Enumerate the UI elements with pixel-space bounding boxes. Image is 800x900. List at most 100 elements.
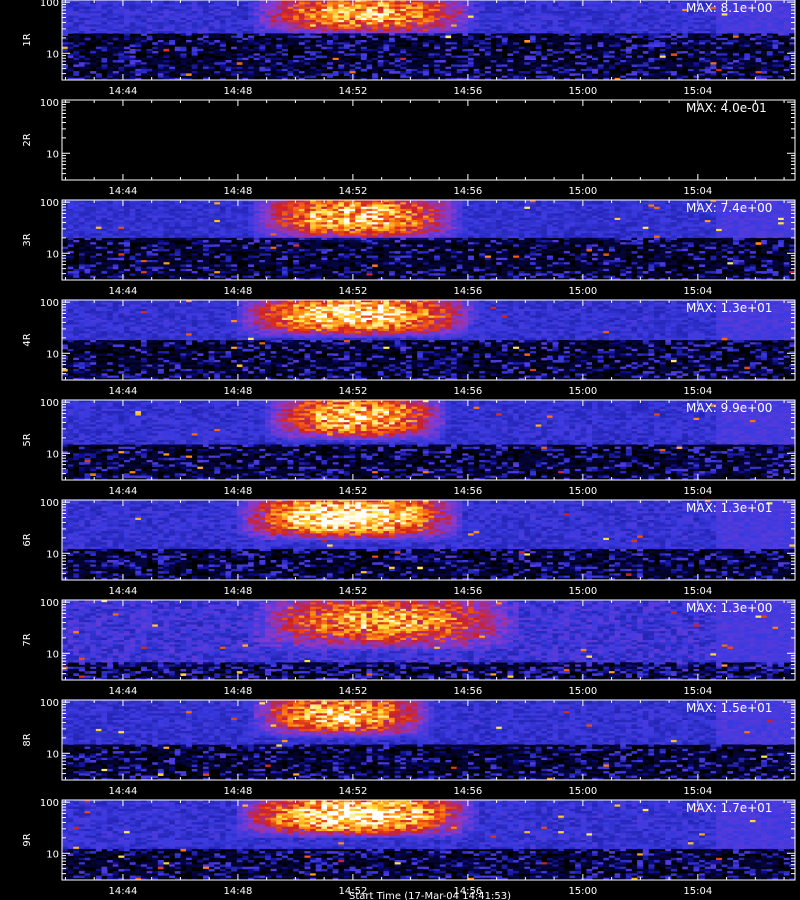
heatmap-cell (716, 46, 723, 50)
x-tick-label: 14:44 (109, 86, 138, 97)
heatmap-cell (95, 204, 102, 208)
heatmap-cell (321, 4, 328, 8)
heatmap-cell (755, 51, 762, 54)
heatmap-cell (631, 53, 638, 56)
heatmap-cell (231, 204, 238, 208)
heatmap-cell (248, 73, 255, 76)
heatmap-cell (473, 204, 480, 208)
heatmap-cell (366, 66, 373, 70)
heatmap-cell (518, 213, 525, 216)
heatmap-cell (400, 213, 407, 216)
heatmap-cell (231, 13, 238, 16)
heatmap-cell (355, 64, 362, 68)
heatmap-cell (124, 24, 131, 28)
panel-2r: 1001014:44 14:48 14:52 14:56 15:00 15:042RMAX… (22, 98, 796, 197)
heatmap-cell (479, 73, 486, 76)
heatmap-cell (124, 73, 131, 76)
heatmap-cell (73, 4, 80, 8)
heatmap-cell (214, 33, 221, 36)
heatmap-cell (219, 31, 226, 34)
heatmap-cell (462, 13, 469, 16)
heatmap-cell (659, 44, 666, 48)
heatmap-cell (608, 35, 615, 39)
heatmap-cell (355, 53, 362, 56)
heatmap-cell (676, 4, 683, 8)
heatmap-cell (225, 53, 232, 56)
heatmap-cell (152, 204, 159, 208)
heatmap-cell (507, 24, 514, 28)
heatmap-cell (321, 42, 328, 45)
heatmap-cell (546, 44, 553, 48)
heatmap-cell (462, 24, 469, 28)
heatmap-cell (304, 40, 311, 43)
heatmap-cell (129, 64, 136, 68)
heatmap-cell (693, 42, 700, 45)
x-tick-label: 15:04 (683, 86, 712, 97)
heatmap-cell (682, 75, 689, 79)
heatmap-cell (716, 53, 723, 56)
heatmap-cell (372, 53, 379, 56)
heatmap-cell (580, 53, 587, 56)
heatmap-cell (451, 31, 458, 34)
heatmap-cell (704, 53, 711, 56)
heatmap-cell (310, 73, 317, 76)
heatmap-cell (253, 73, 260, 76)
heatmap-cell (603, 42, 610, 45)
heatmap-cell (405, 213, 412, 216)
heatmap-cell (253, 48, 260, 52)
heatmap-cell (744, 64, 751, 68)
heatmap-cell (287, 33, 294, 36)
heatmap-cell (270, 73, 277, 76)
heatmap-cell (631, 4, 638, 8)
heatmap-cell (496, 48, 503, 52)
heatmap-cell (552, 73, 559, 76)
heatmap-cell (67, 60, 74, 63)
heatmap-cell (157, 24, 164, 28)
heatmap-cell (507, 33, 514, 36)
heatmap-cell (78, 48, 85, 52)
heatmap-cell (281, 64, 288, 68)
heatmap-cell (298, 35, 305, 39)
heatmap-cell (90, 13, 97, 16)
heatmap-cell (169, 13, 176, 16)
heatmap-cell (749, 44, 756, 48)
heatmap-cell (535, 75, 542, 79)
heatmap-cell (625, 13, 632, 16)
heatmap-cell (366, 51, 373, 54)
heatmap-cell (501, 213, 508, 216)
heatmap-cell (620, 48, 627, 52)
heatmap-cell (310, 33, 317, 36)
heatmap-cell (298, 42, 305, 45)
heatmap-cell (670, 33, 677, 36)
heatmap-cell (298, 213, 305, 216)
heatmap-cell (654, 44, 661, 48)
heatmap-cell (208, 13, 215, 16)
heatmap-cell (417, 42, 424, 45)
heatmap-cell (670, 53, 677, 56)
heatmap-cell (778, 213, 785, 216)
heatmap-cell (563, 213, 570, 216)
heatmap-cell (529, 46, 537, 50)
heatmap-cell (84, 13, 91, 16)
heatmap-cell (327, 53, 334, 56)
heatmap-cell (304, 13, 311, 16)
heatmap-cell (174, 71, 181, 74)
heatmap-cell (755, 24, 762, 28)
heatmap-cell (439, 53, 446, 56)
heatmap-cell (479, 68, 486, 72)
heatmap-cell (546, 33, 553, 36)
heatmap-cell (366, 24, 373, 28)
heatmap-cell (586, 64, 593, 68)
heatmap-cell (310, 44, 317, 48)
heatmap-cell (259, 204, 266, 208)
heatmap-cell (513, 37, 520, 41)
heatmap-cell (546, 37, 553, 41)
heatmap-cell (772, 44, 779, 48)
heatmap-cell (259, 73, 266, 76)
heatmap-cell (152, 31, 159, 34)
heatmap-cell (67, 213, 74, 216)
heatmap-cell (603, 62, 610, 65)
heatmap-cell (665, 53, 672, 56)
heatmap-cell (259, 62, 266, 65)
heatmap-cell (614, 4, 621, 8)
